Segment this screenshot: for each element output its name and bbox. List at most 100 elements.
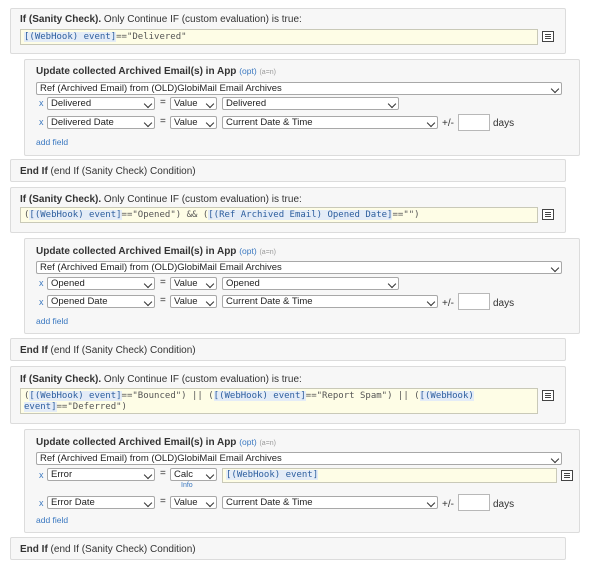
equals-sign: = (160, 496, 166, 507)
expr-var: [(Ref Archived Email) Opened Date] (208, 210, 393, 220)
value-select[interactable]: Current Date & Time (222, 116, 438, 129)
expr-var: [(WebHook) event] (24, 32, 117, 42)
remove-field-icon[interactable]: x (39, 498, 44, 508)
chevron-down-icon (143, 118, 153, 128)
anno-label: (a=n) (259, 69, 277, 76)
mode-select[interactable]: Value (170, 277, 217, 290)
edit-expression-icon[interactable] (561, 470, 573, 481)
equals-sign: = (160, 277, 166, 288)
edit-expression-icon[interactable] (542, 31, 554, 42)
end-if-description: (end If (Sanity Check) Condition) (47, 544, 196, 555)
if-label: If (Sanity Check). (20, 14, 102, 25)
field-select[interactable]: Delivered Date (47, 116, 155, 129)
plus-minus-label: +/- (442, 298, 454, 309)
equals-sign: = (160, 295, 166, 306)
remove-field-icon[interactable]: x (39, 470, 44, 480)
mode-select[interactable]: Value (170, 97, 217, 110)
opt-link[interactable]: (opt) (239, 437, 256, 447)
equals-sign: = (160, 468, 166, 479)
end-if-heading: End If (end If (Sanity Check) Condition) (20, 166, 196, 177)
mode-select[interactable]: Value (170, 496, 217, 509)
condition-expression[interactable]: ([(WebHook) event]=="Bounced") || ([(Web… (20, 388, 538, 414)
if-block-opened: If (Sanity Check). Only Continue IF (cus… (10, 187, 566, 233)
chevron-down-icon (550, 454, 560, 464)
source-select[interactable]: Ref (Archived Email) from (OLD)GlobiMail… (36, 82, 562, 95)
remove-field-icon[interactable]: x (39, 98, 44, 108)
field-select[interactable]: Error (47, 468, 155, 481)
chevron-down-icon (387, 279, 397, 289)
source-select[interactable]: Ref (Archived Email) from (OLD)GlobiMail… (36, 452, 562, 465)
add-field-link[interactable]: add field (36, 137, 68, 147)
field-select[interactable]: Opened Date (47, 295, 155, 308)
if-heading: If (Sanity Check). Only Continue IF (cus… (20, 374, 302, 385)
mode-select[interactable]: Value (170, 116, 217, 129)
source-value: Ref (Archived Email) from (OLD)GlobiMail… (40, 262, 282, 273)
end-if-description: (end If (Sanity Check) Condition) (47, 166, 196, 177)
chevron-down-icon (387, 99, 397, 109)
remove-field-icon[interactable]: x (39, 278, 44, 288)
end-if-block: End If (end If (Sanity Check) Condition) (10, 537, 566, 560)
chevron-down-icon (143, 470, 153, 480)
source-value: Ref (Archived Email) from (OLD)GlobiMail… (40, 453, 282, 464)
chevron-down-icon (143, 279, 153, 289)
days-label: days (493, 499, 515, 510)
update-block-errors: Update collected Archived Email(s) in Ap… (24, 429, 580, 533)
chevron-down-icon (205, 99, 215, 109)
value-value: Current Date & Time (226, 117, 313, 128)
mode-value: Value (174, 98, 198, 109)
field-select[interactable]: Error Date (47, 496, 155, 509)
end-if-block: End If (end If (Sanity Check) Condition) (10, 159, 566, 182)
field-select[interactable]: Opened (47, 277, 155, 290)
add-field-link[interactable]: add field (36, 515, 68, 525)
field-value: Delivered (51, 98, 92, 109)
if-description: Only Continue IF (custom evaluation) is … (101, 374, 302, 385)
value-select[interactable]: Delivered (222, 97, 399, 110)
chevron-down-icon (205, 279, 215, 289)
value-select[interactable]: Current Date & Time (222, 496, 438, 509)
expr-var: event] (24, 402, 57, 412)
expr-var: [(WebHook) event] (226, 470, 319, 480)
if-description: Only Continue IF (custom evaluation) is … (101, 194, 302, 205)
remove-field-icon[interactable]: x (39, 297, 44, 307)
value-value: Current Date & Time (226, 296, 313, 307)
field-value: Opened (51, 278, 85, 289)
update-title: Update collected Archived Email(s) in Ap… (36, 437, 237, 448)
equals-sign: = (160, 116, 166, 127)
field-select[interactable]: Delivered (47, 97, 155, 110)
expr-text: =="Delivered" (116, 32, 187, 42)
field-value: Error Date (51, 497, 95, 508)
edit-expression-icon[interactable] (542, 209, 554, 220)
value-select[interactable]: Opened (222, 277, 399, 290)
opt-link[interactable]: (opt) (239, 246, 256, 256)
if-block-errors: If (Sanity Check). Only Continue IF (cus… (10, 366, 566, 424)
expr-var: [(WebHook) event] (213, 391, 306, 401)
plus-minus-label: +/- (442, 499, 454, 510)
calc-expression-input[interactable]: [(WebHook) event] (222, 468, 557, 483)
if-label: If (Sanity Check). (20, 194, 102, 205)
chevron-down-icon (205, 297, 215, 307)
opt-link[interactable]: (opt) (239, 66, 256, 76)
mode-select[interactable]: Calc (170, 468, 217, 481)
end-if-heading: End If (end If (Sanity Check) Condition) (20, 345, 196, 356)
expr-text: =="") (392, 210, 420, 220)
condition-expression[interactable]: ([(WebHook) event]=="Opened") && ([(Ref … (20, 207, 538, 223)
value-select[interactable]: Current Date & Time (222, 295, 438, 308)
remove-field-icon[interactable]: x (39, 117, 44, 127)
edit-expression-icon[interactable] (542, 390, 554, 401)
chevron-down-icon (426, 498, 436, 508)
days-offset-input[interactable] (458, 114, 490, 131)
expr-text: =="Report Spam") || ( (305, 391, 420, 401)
days-offset-input[interactable] (458, 293, 490, 310)
chevron-down-icon (550, 84, 560, 94)
source-select[interactable]: Ref (Archived Email) from (OLD)GlobiMail… (36, 261, 562, 274)
add-field-link[interactable]: add field (36, 316, 68, 326)
days-offset-input[interactable] (458, 494, 490, 511)
value-value: Opened (226, 278, 260, 289)
equals-sign: = (160, 97, 166, 108)
mode-value: Value (174, 296, 198, 307)
info-link[interactable]: Info (181, 482, 193, 489)
expr-var: [(WebHook) (419, 391, 474, 401)
condition-expression[interactable]: [(WebHook) event]=="Delivered" (20, 29, 538, 45)
chevron-down-icon (143, 99, 153, 109)
mode-select[interactable]: Value (170, 295, 217, 308)
